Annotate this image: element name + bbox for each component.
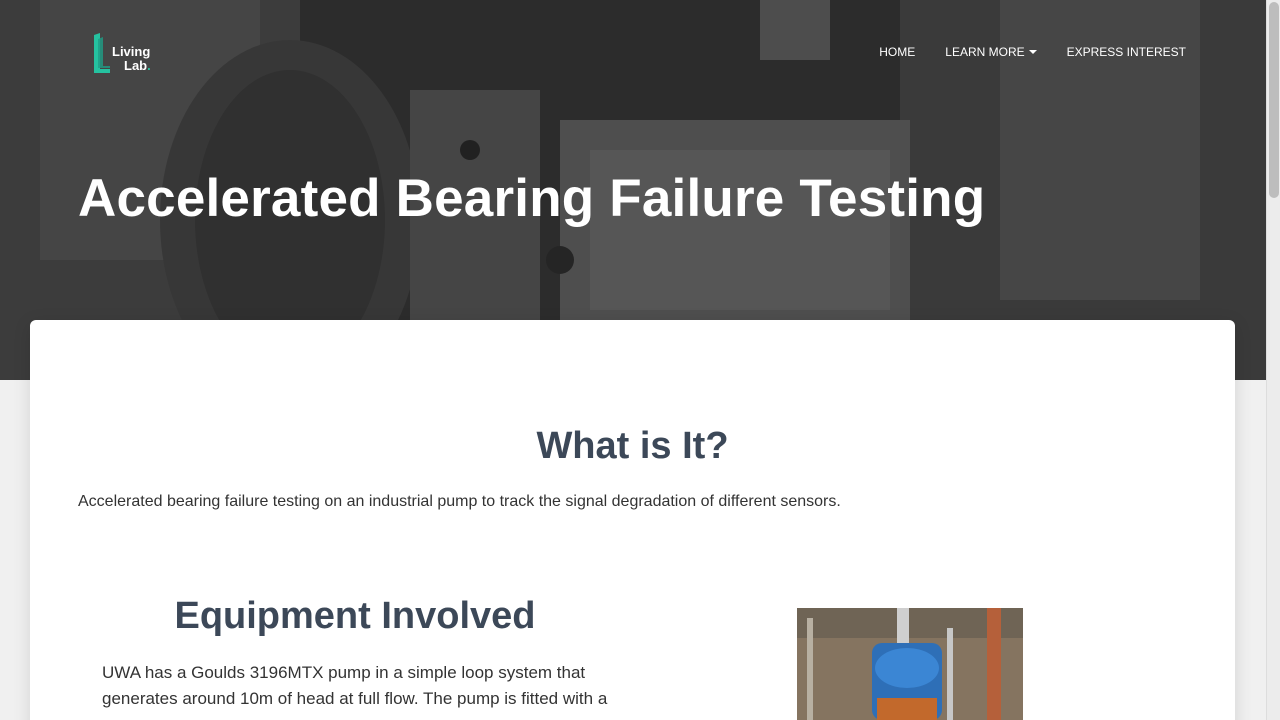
page-title: Accelerated Bearing Failure Testing bbox=[78, 169, 986, 228]
what-is-it-heading: What is It? bbox=[536, 425, 729, 467]
nav-learn-more[interactable]: LEARN MORE bbox=[945, 45, 1037, 59]
equipment-heading: Equipment Involved bbox=[174, 595, 536, 637]
nav-express-interest[interactable]: EXPRESS INTEREST bbox=[1067, 45, 1186, 59]
scrollbar-thumb[interactable] bbox=[1269, 2, 1279, 198]
what-is-it-text: Accelerated bearing failure testing on a… bbox=[78, 493, 841, 510]
logo-line2: Lab. bbox=[124, 58, 151, 73]
equipment-text: UWA has a Goulds 3196MTX pump in a simpl… bbox=[102, 663, 608, 708]
logo-text: Living Lab. bbox=[112, 45, 151, 73]
nav-home[interactable]: HOME bbox=[879, 45, 915, 59]
pump-photo bbox=[797, 608, 1023, 720]
page-scrollbar[interactable] bbox=[1266, 0, 1280, 720]
chevron-down-icon bbox=[1028, 50, 1037, 54]
logo-line1: Living bbox=[112, 44, 151, 59]
main-nav: HOME LEARN MORE EXPRESS INTEREST bbox=[879, 45, 1186, 59]
